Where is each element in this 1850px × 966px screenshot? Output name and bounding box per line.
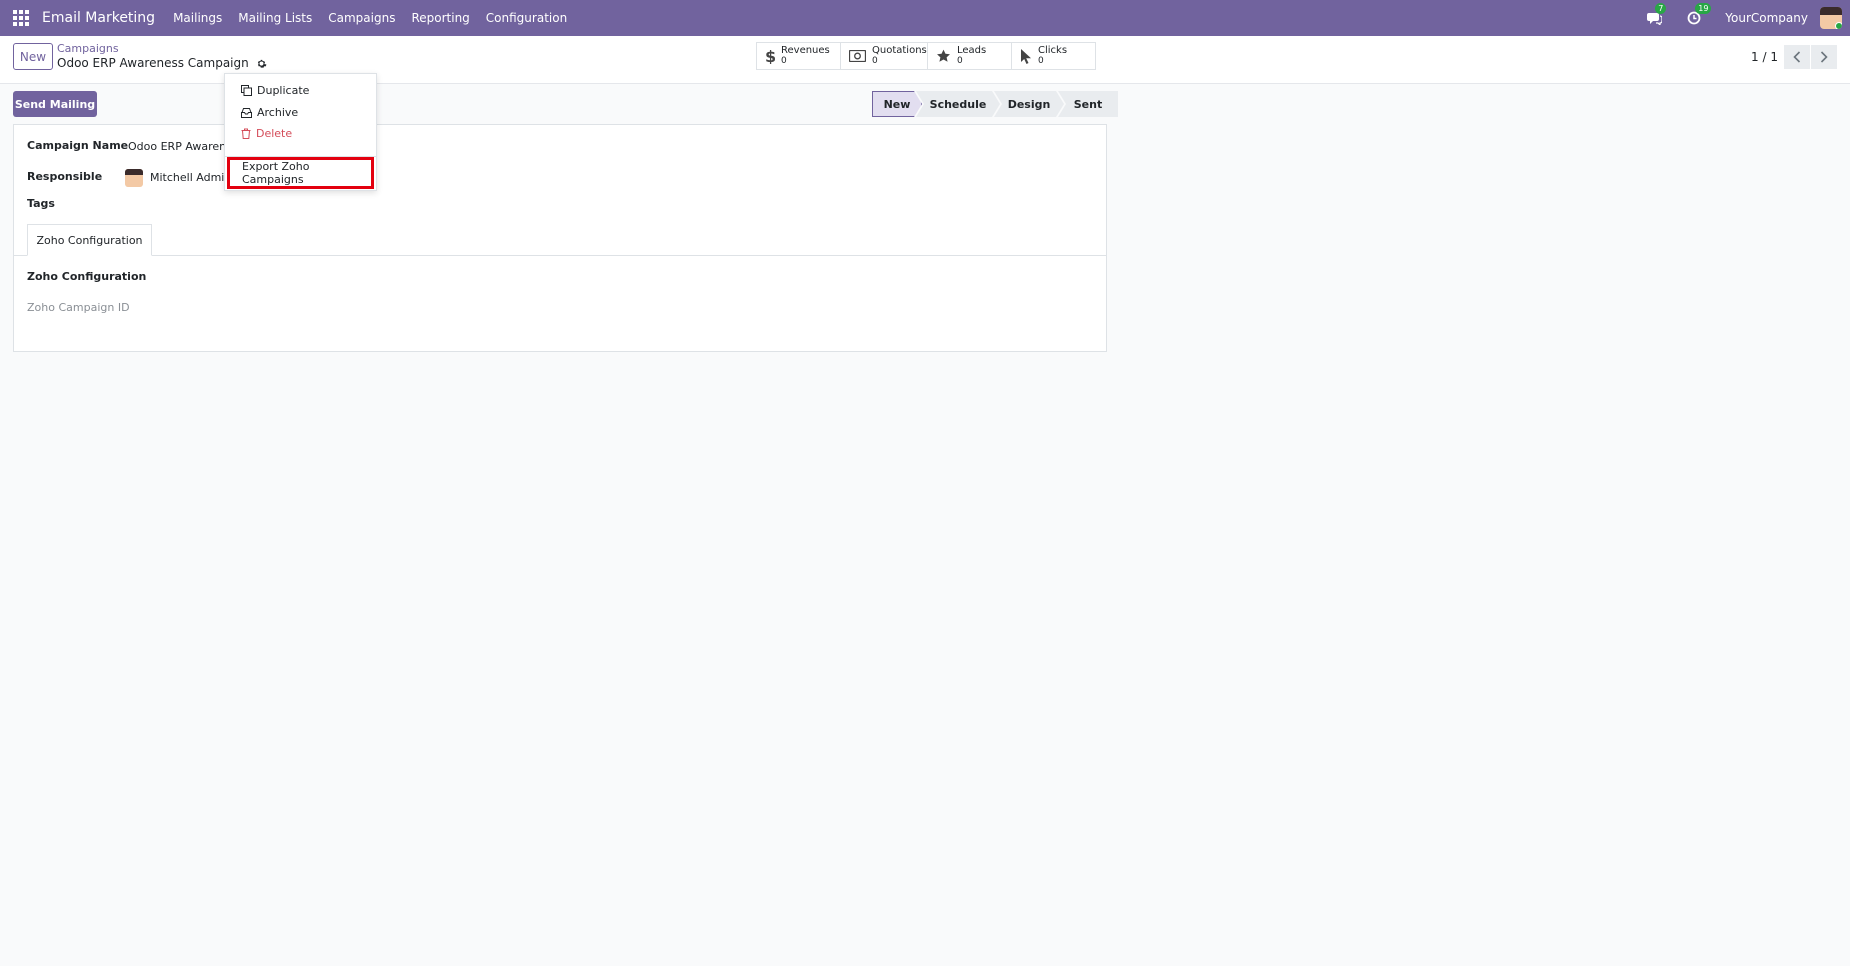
stage-sent[interactable]: Sent — [1058, 91, 1118, 117]
stat-clicks-value: 0 — [1038, 56, 1044, 66]
export-zoho-campaigns-menu-item[interactable]: Export Zoho Campaigns — [227, 157, 374, 189]
app-brand[interactable]: Email Marketing — [42, 10, 155, 26]
duplicate-label: Duplicate — [257, 84, 310, 97]
dollar-icon: $ — [765, 48, 775, 64]
responsible-label: Responsible — [27, 170, 103, 183]
breadcrumb-current-label: Odoo ERP Awareness Campaign — [57, 56, 249, 70]
archive-icon — [241, 107, 252, 118]
stat-revenues-label: Revenues — [781, 45, 830, 56]
archive-label: Archive — [257, 106, 299, 119]
stat-quotations-label: Quotations — [872, 45, 927, 56]
user-avatar[interactable] — [1820, 7, 1842, 29]
stage-statusbar: New Schedule Design Sent — [872, 91, 1118, 117]
top-navbar: Email Marketing Mailings Mailing Lists C… — [0, 0, 1850, 36]
pager-counter[interactable]: 1 / 1 — [1751, 50, 1778, 64]
breadcrumb-campaigns[interactable]: Campaigns — [57, 42, 119, 55]
chevron-left-icon — [1793, 51, 1801, 63]
delete-menu-item[interactable]: Delete — [241, 127, 292, 140]
stat-leads-value: 0 — [957, 56, 963, 66]
responsible-avatar — [125, 169, 143, 187]
archive-menu-item[interactable]: Archive — [241, 106, 298, 119]
stat-revenues-button[interactable]: $ Revenues 0 — [757, 43, 841, 69]
activities-badge: 19 — [1695, 3, 1712, 14]
apps-menu-icon[interactable] — [13, 10, 29, 26]
stat-clicks-label: Clicks — [1038, 45, 1068, 56]
stage-schedule[interactable]: Schedule — [916, 91, 1000, 117]
pager-previous-button[interactable] — [1784, 45, 1810, 69]
campaign-name-label: Campaign Name — [27, 139, 129, 152]
stage-new[interactable]: New — [872, 91, 922, 117]
stat-quotations-button[interactable]: Quotations 0 — [841, 43, 928, 69]
tab-divider — [14, 255, 1106, 256]
menu-campaigns[interactable]: Campaigns — [328, 11, 395, 25]
star-icon — [937, 49, 950, 62]
zoho-campaign-id-label: Zoho Campaign ID — [27, 301, 130, 314]
pager-next-button[interactable] — [1811, 45, 1837, 69]
stat-revenues-value: 0 — [781, 56, 787, 66]
menu-mailings[interactable]: Mailings — [173, 11, 222, 25]
menu-mailing-lists[interactable]: Mailing Lists — [238, 11, 312, 25]
stat-clicks-button[interactable]: Clicks 0 — [1012, 43, 1095, 69]
messages-badge: 7 — [1655, 3, 1667, 14]
stage-design[interactable]: Design — [994, 91, 1064, 117]
campaign-name-field[interactable]: Odoo ERP Awarene — [128, 140, 233, 153]
send-mailing-button[interactable]: Send Mailing — [13, 91, 97, 117]
breadcrumb-current: Odoo ERP Awareness Campaign — [57, 56, 267, 70]
chevron-right-icon — [1820, 51, 1828, 63]
company-switcher[interactable]: YourCompany — [1725, 11, 1808, 25]
copy-icon — [241, 85, 252, 96]
menu-reporting[interactable]: Reporting — [411, 11, 469, 25]
svg-text:$: $ — [765, 48, 775, 64]
gear-actions-dropdown: Duplicate Archive Delete Export Zoho Cam… — [224, 73, 377, 191]
tags-label: Tags — [27, 197, 55, 210]
duplicate-menu-item[interactable]: Duplicate — [241, 84, 309, 97]
section-title: Zoho Configuration — [27, 270, 147, 283]
trash-icon — [241, 128, 251, 139]
responsible-field[interactable]: Mitchell Admin — [150, 171, 231, 184]
stat-leads-button[interactable]: Leads 0 — [928, 43, 1012, 69]
stat-leads-label: Leads — [957, 45, 987, 56]
menu-configuration[interactable]: Configuration — [486, 11, 567, 25]
form-sheet: Campaign Name Odoo ERP Awarene Responsib… — [13, 124, 1107, 352]
new-button[interactable]: New — [13, 43, 53, 70]
gear-icon[interactable] — [256, 58, 267, 69]
stat-quotations-value: 0 — [872, 56, 878, 66]
activities-icon[interactable]: 19 — [1685, 3, 1712, 27]
money-icon — [849, 50, 866, 62]
delete-label: Delete — [256, 127, 293, 140]
tab-zoho-configuration[interactable]: Zoho Configuration — [27, 224, 152, 256]
smart-buttons: $ Revenues 0 Quotations 0 Leads 0 Clicks 0 — [756, 42, 1096, 70]
cursor-icon — [1021, 48, 1031, 64]
messages-icon[interactable]: 7 — [1645, 3, 1667, 27]
